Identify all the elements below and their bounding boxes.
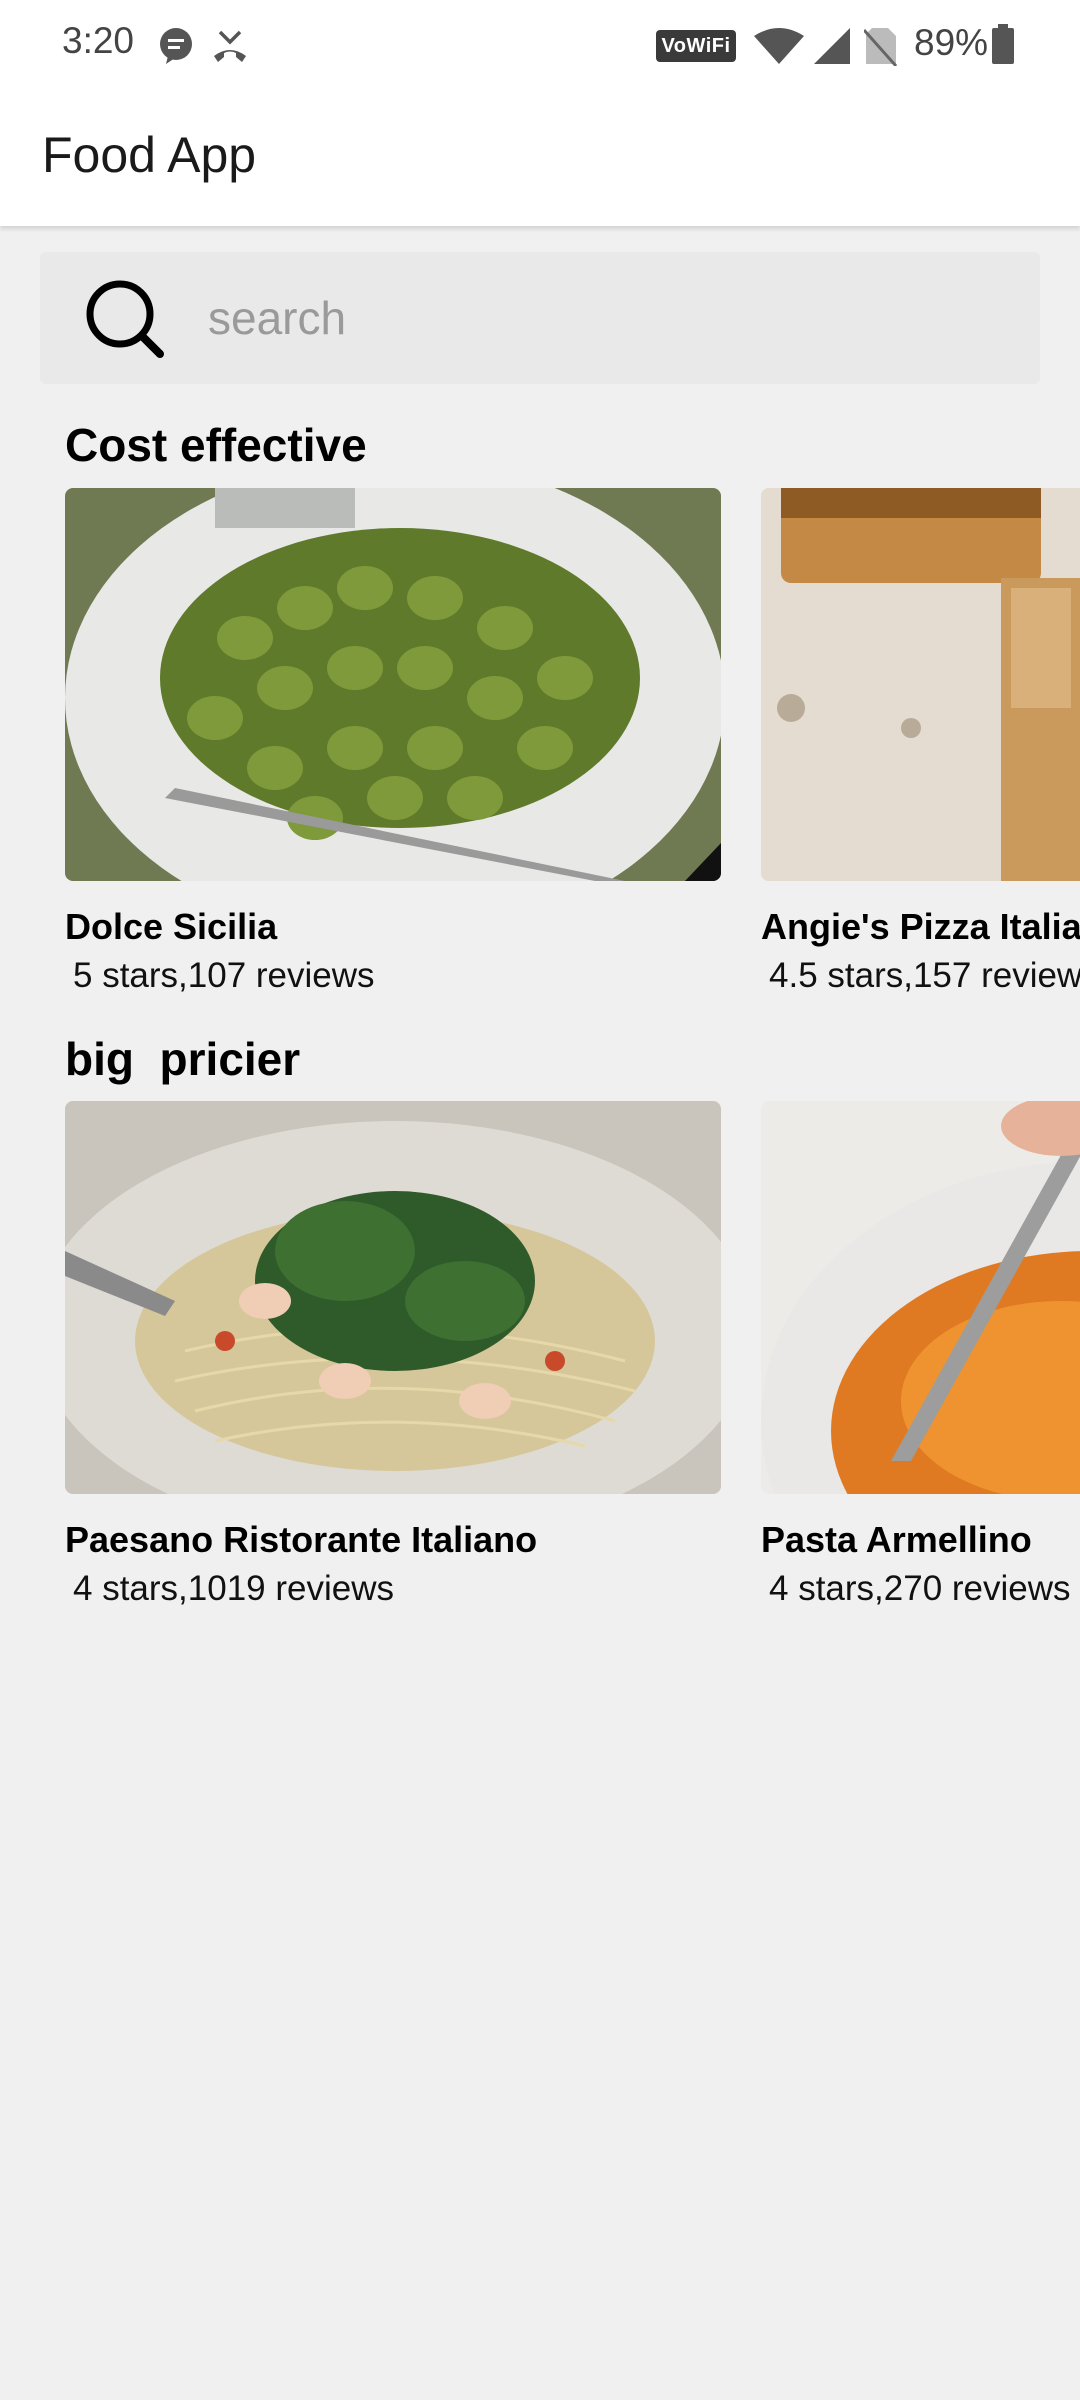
food-photo-shrimp-pasta <box>65 1101 721 1494</box>
restaurant-rating: 5 stars,107 reviews <box>73 956 375 995</box>
battery-icon <box>992 24 1014 64</box>
search-input[interactable] <box>208 280 988 356</box>
app-bar: Food App <box>0 92 1080 226</box>
restaurant-rating: 4 stars,1019 reviews <box>73 1569 394 1608</box>
status-time: 3:20 <box>62 20 135 61</box>
restaurant-name: Angie's Pizza Italian <box>761 906 1080 947</box>
food-photo-gnocchi <box>65 488 721 881</box>
restaurant-name: Dolce Sicilia <box>65 906 278 947</box>
restaurant-name: Pasta Armellino <box>761 1519 1032 1560</box>
restaurant-card[interactable]: Angie's Pizza Italian 4.5 stars,157 revi… <box>761 488 1080 995</box>
restaurant-name: Paesano Ristorante Italiano <box>65 1519 538 1560</box>
section-title-big-pricier: big pricier <box>65 1033 301 1085</box>
restaurant-card[interactable]: Pasta Armellino 4 stars,270 reviews <box>761 1101 1080 1608</box>
chat-bubble-icon <box>160 28 192 64</box>
no-sim-icon <box>864 28 898 66</box>
wifi-icon <box>754 28 804 64</box>
app-title: Food App <box>42 127 257 183</box>
vowifi-badge: VoWiFi <box>656 30 736 62</box>
status-bar: 3:20 VoWiFi 89% <box>0 0 1080 92</box>
search-icon <box>86 280 164 358</box>
restaurant-row-big-pricier[interactable]: Paesano Ristorante Italiano 4 stars,1019… <box>0 1101 1080 1621</box>
restaurant-rating: 4.5 stars,157 reviews <box>769 956 1080 995</box>
battery-percent: 89% <box>914 22 989 63</box>
restaurant-row-cost-effective[interactable]: Dolce Sicilia 5 stars,107 reviews Angie'… <box>0 488 1080 1008</box>
restaurant-rating: 4 stars,270 reviews <box>769 1569 1071 1608</box>
restaurant-card[interactable]: Dolce Sicilia 5 stars,107 reviews <box>65 488 721 995</box>
section-title-cost-effective: Cost effective <box>65 419 367 471</box>
signal-icon <box>814 28 850 64</box>
missed-call-icon <box>214 30 246 62</box>
restaurant-card[interactable]: Paesano Ristorante Italiano 4 stars,1019… <box>65 1101 721 1608</box>
food-photo-tagliatelle <box>761 1101 1080 1494</box>
food-photo-bread <box>761 488 1080 881</box>
search-bar[interactable] <box>40 252 1040 384</box>
